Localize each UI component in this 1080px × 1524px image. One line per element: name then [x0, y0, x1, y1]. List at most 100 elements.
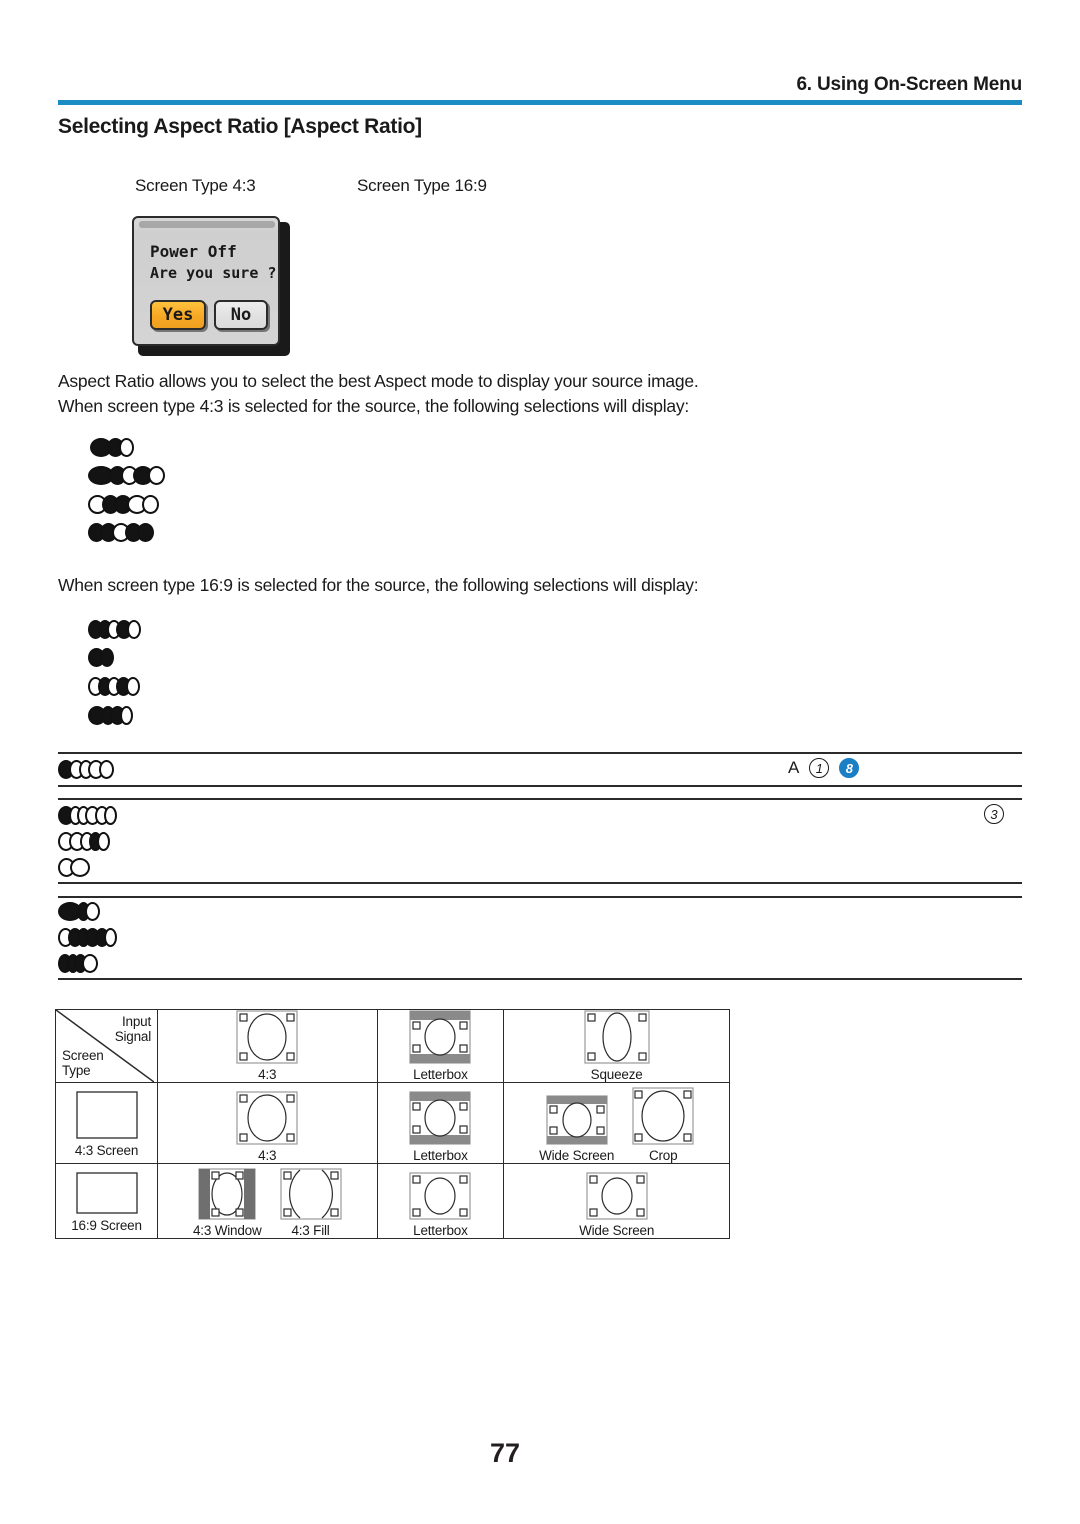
illegible-list-item	[88, 706, 133, 725]
thumb-caption: Squeeze	[590, 1067, 643, 1082]
cell-169screen-widescreen: Wide Screen	[503, 1163, 730, 1239]
illegible-list-item	[88, 523, 154, 542]
illegible-glyph	[104, 928, 117, 947]
osd-yes-button[interactable]: Yes	[150, 300, 206, 330]
header-screen-line2: Type	[62, 1062, 91, 1078]
body-paragraph-2: When screen type 4:3 is selected for the…	[58, 396, 689, 416]
oval-letterbox-icon	[409, 1091, 471, 1145]
osd-no-button[interactable]: No	[214, 300, 268, 330]
thumb-item: Crop	[632, 1087, 694, 1163]
note3-rule-top	[58, 896, 1022, 898]
oval-wide-icon	[586, 1172, 648, 1220]
illegible-list-item	[88, 648, 114, 667]
header-rule	[58, 100, 1022, 105]
oval-fill-icon	[279, 1168, 342, 1220]
thumb-item: 4:3 Window	[193, 1168, 262, 1238]
thumb-caption: Letterbox	[413, 1067, 468, 1082]
blank-4x3-icon	[75, 1091, 138, 1139]
osd-dialog-illustration: Power Off Are you sure ? Yes No	[132, 216, 290, 356]
thumb-caption: Wide Screen	[579, 1223, 655, 1238]
illegible-glyph	[119, 438, 134, 457]
osd-line-power-off: Power Off	[150, 242, 237, 261]
note3-rule-bottom	[58, 978, 1022, 980]
table-corner-cell: Input Signal Screen Type	[54, 1009, 159, 1083]
oval-wide-icon	[409, 1172, 471, 1220]
row-type-label: 16:9 Screen	[71, 1218, 142, 1233]
caption-screen-type-169: Screen Type 16:9	[357, 176, 487, 195]
oval-4x3-icon	[236, 1010, 298, 1064]
page-number: 77	[489, 1438, 521, 1468]
thumb-item: 4:3	[236, 1091, 298, 1163]
cell-43screen-wide-crop: Wide Screen Crop	[503, 1082, 730, 1164]
blank-16x9-icon	[75, 1172, 138, 1214]
table-row: 4:3 Screen 4:3 Letterbox Wide Screen Cro…	[54, 1082, 730, 1164]
illegible-note-text	[58, 928, 117, 947]
illegible-note-text	[58, 902, 100, 921]
row-type-43-screen: 4:3 Screen	[54, 1082, 159, 1164]
chapter-header: 6. Using On-Screen Menu	[796, 74, 1022, 95]
illegible-note-text	[58, 760, 114, 779]
illegible-glyph	[137, 523, 154, 542]
illegible-list-item	[90, 438, 134, 457]
thumb-item: Letterbox	[409, 1091, 471, 1163]
header-cell-43: 4:3	[157, 1009, 378, 1083]
osd-line-are-you-sure: Are you sure ?	[150, 264, 277, 282]
illegible-glyph	[99, 760, 114, 779]
illegible-glyph	[104, 806, 117, 825]
header-input-line1: Input	[121, 1014, 152, 1029]
cell-43screen-letterbox: Letterbox	[376, 1082, 505, 1164]
reference-marker-right: 3	[984, 804, 1004, 824]
thumb-item: 4:3	[236, 1010, 298, 1082]
body-paragraph-1: Aspect Ratio allows you to select the be…	[58, 371, 699, 391]
illegible-note-text	[58, 858, 90, 877]
osd-titlebar-highlight	[139, 221, 275, 228]
row-type-169-screen: 16:9 Screen	[54, 1163, 159, 1239]
illegible-list-item	[88, 466, 165, 485]
header-input-signal: Input Signal	[115, 1014, 152, 1044]
thumb-item: Letterbox	[409, 1010, 471, 1082]
thumb-caption: Wide Screen	[539, 1148, 615, 1163]
oval-widescreen-icon	[546, 1095, 608, 1145]
caption-screen-type-43: Screen Type 4:3	[135, 176, 256, 195]
thumb-caption: Crop	[648, 1148, 678, 1163]
thumb-caption: 4:3	[258, 1148, 277, 1163]
table-row: 16:9 Screen 4:3 Window 4:3 Fill Letterbo…	[54, 1163, 730, 1239]
oval-pillarbox-icon	[198, 1168, 256, 1220]
table-header-row: Input Signal Screen Type 4:3 Letterbox S…	[54, 1009, 730, 1083]
row-type-label: 4:3 Screen	[74, 1143, 139, 1158]
marker-letter-a: A	[788, 758, 800, 777]
illegible-glyph	[85, 902, 100, 921]
thumb-caption: Letterbox	[413, 1148, 468, 1163]
oval-squeeze-icon	[584, 1010, 650, 1064]
body-paragraph-3: When screen type 16:9 is selected for th…	[58, 575, 699, 595]
note2-rule-top	[58, 798, 1022, 800]
header-screen-type: Screen Type	[62, 1048, 104, 1078]
circled-number-3: 3	[984, 804, 1004, 824]
illegible-glyph	[142, 495, 159, 514]
illegible-note-text	[58, 954, 98, 973]
osd-dialog-box: Power Off Are you sure ? Yes No	[132, 216, 280, 346]
illegible-list-item	[88, 677, 140, 696]
illegible-note-text	[58, 832, 110, 851]
thumb-caption: Letterbox	[413, 1223, 468, 1238]
reference-markers: A 1 8	[788, 758, 860, 778]
cell-169screen-window-fill: 4:3 Window 4:3 Fill	[157, 1163, 378, 1239]
aspect-comparison-table: Input Signal Screen Type 4:3 Letterbox S…	[54, 1009, 730, 1239]
illegible-glyph	[97, 832, 110, 851]
cell-169screen-letterbox: Letterbox	[376, 1163, 505, 1239]
thumb-item: 4:3 Fill	[279, 1168, 342, 1238]
oval-crop-icon	[632, 1087, 694, 1145]
oval-4x3-icon	[236, 1091, 298, 1145]
oval-letterbox-icon	[409, 1010, 471, 1064]
thumb-caption: 4:3	[258, 1067, 277, 1082]
illegible-glyph	[82, 954, 98, 973]
illegible-glyph	[70, 858, 90, 877]
header-screen-line1: Screen	[62, 1047, 104, 1063]
cell-43screen-43: 4:3	[157, 1082, 378, 1164]
illegible-glyph	[127, 620, 141, 639]
illegible-glyph	[126, 677, 140, 696]
page-title: Selecting Aspect Ratio [Aspect Ratio]	[58, 115, 422, 138]
circled-number-8: 8	[839, 758, 860, 778]
thumb-item: Wide Screen	[579, 1172, 654, 1238]
thumb-caption: 4:3 Window	[192, 1223, 262, 1238]
